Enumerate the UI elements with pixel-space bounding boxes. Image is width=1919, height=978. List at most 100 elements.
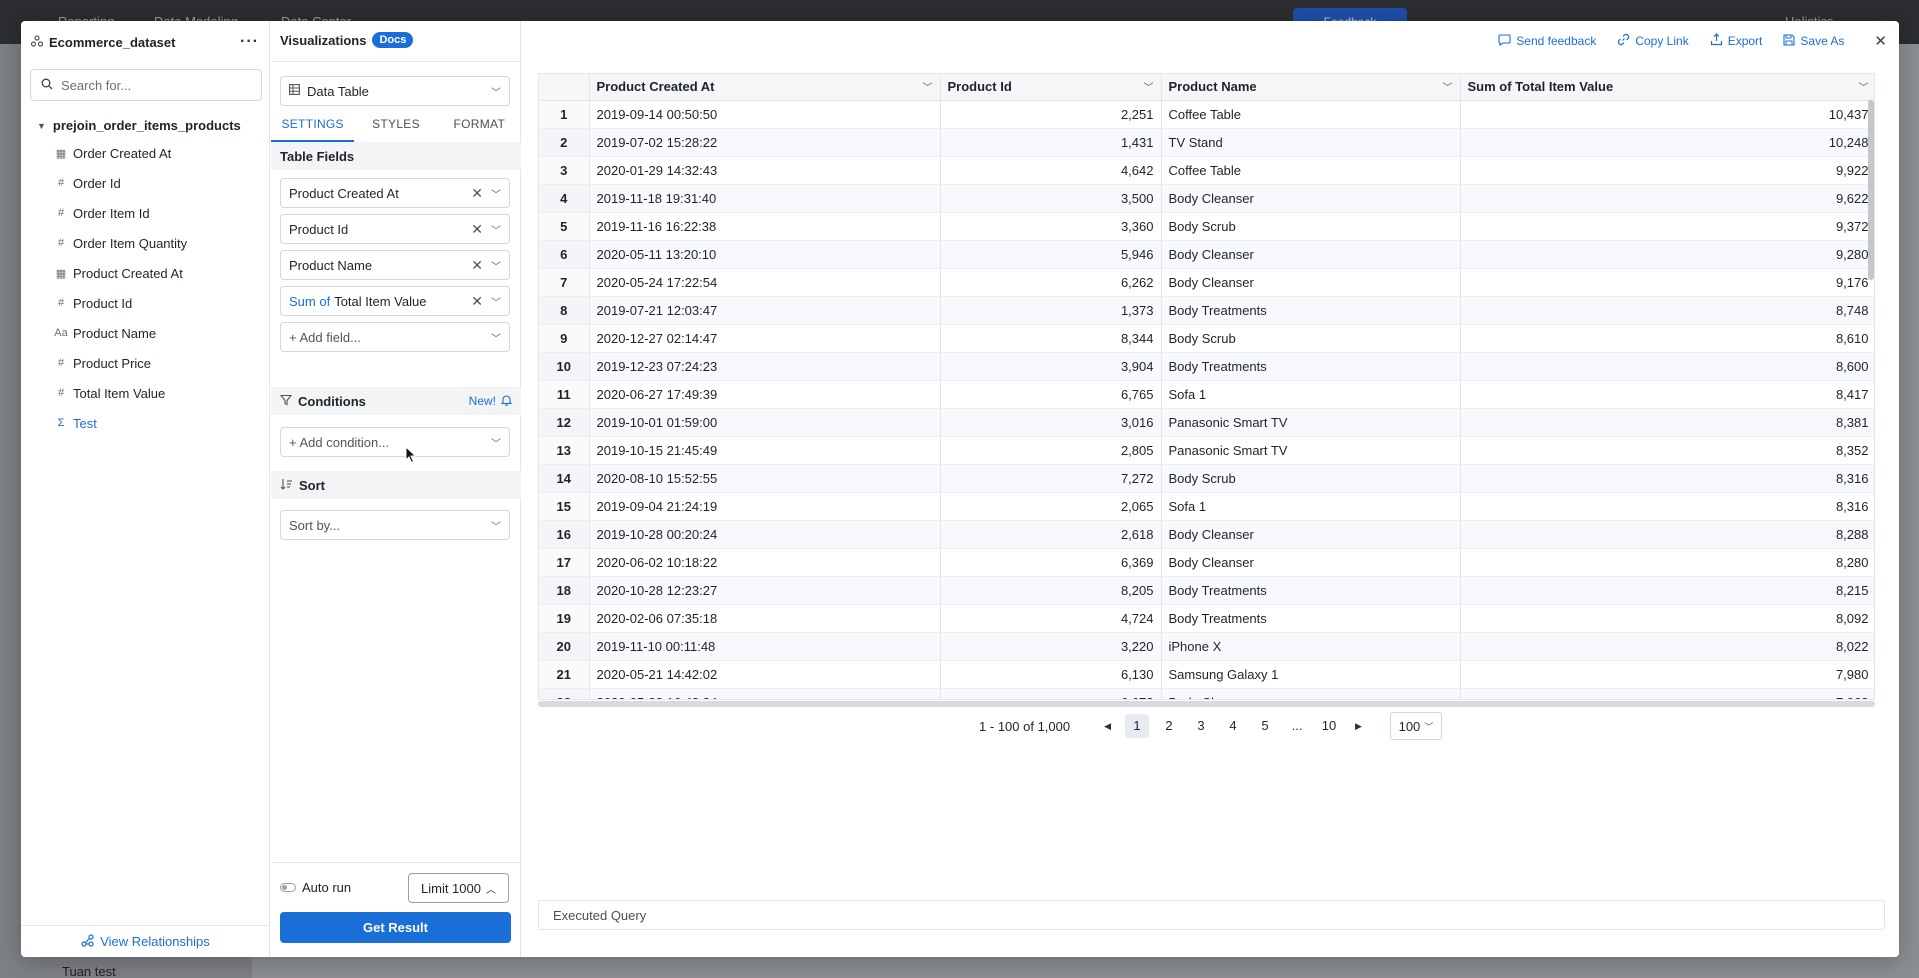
model-node[interactable]: ▼ prejoin_order_items_products <box>37 118 241 133</box>
close-icon[interactable]: ✕ <box>1874 32 1887 50</box>
row-number: 15 <box>539 492 590 521</box>
field-item[interactable]: # Order Item Id <box>53 198 263 228</box>
table-row: 17 2020-06-02 10:18:22 6,369 Body Cleanser 8… <box>539 548 1874 577</box>
bell-icon[interactable] <box>500 394 513 409</box>
limit-dropdown[interactable]: Limit 1000 ︿ <box>408 873 509 903</box>
page-button[interactable]: 5 <box>1253 714 1277 738</box>
field-item[interactable]: # Product Price <box>53 348 263 378</box>
field-item[interactable]: # Product Id <box>53 288 263 318</box>
column-header[interactable]: Product Created At ﹀ <box>589 74 941 101</box>
add-condition-label: + Add condition... <box>289 434 390 450</box>
page-button[interactable]: 10 <box>1317 714 1341 738</box>
table-field-select[interactable]: Product Id ✕ ﹀ <box>280 214 510 244</box>
cell-product-created-at: 2020-10-28 12:23:27 <box>589 576 941 605</box>
add-condition-select[interactable]: + Add condition... ﹀ <box>280 427 510 457</box>
tab-format[interactable]: FORMAT <box>438 116 521 142</box>
field-item[interactable]: # Order Id <box>53 168 263 198</box>
horizontal-scrollbar[interactable] <box>538 701 1875 707</box>
chevron-down-icon[interactable]: ﹀ <box>1144 79 1154 94</box>
cell-product-id: 4,724 <box>940 604 1162 633</box>
chevron-down-icon[interactable]: ﹀ <box>1443 79 1453 94</box>
cell-sum-total-item-value: 8,748 <box>1460 296 1874 325</box>
close-icon[interactable]: ✕ <box>471 293 483 310</box>
page-button[interactable]: 2 <box>1157 714 1181 738</box>
field-item[interactable]: # Order Item Quantity <box>53 228 263 258</box>
field-item[interactable]: Aa Product Name <box>53 318 263 348</box>
column-header-rownum <box>539 74 590 101</box>
viz-type-select[interactable]: Data Table ﹀ <box>280 76 510 106</box>
field-item[interactable]: ▦ Order Created At <box>53 138 263 168</box>
more-horizontal-icon[interactable]: ··· <box>240 33 259 51</box>
cell-product-name: Panasonic Smart TV <box>1161 408 1461 437</box>
export-button[interactable]: Export <box>1710 33 1762 49</box>
docs-badge[interactable]: Docs <box>372 32 414 48</box>
hash-icon: # <box>57 357 65 369</box>
table-row: 9 2020-12-27 02:14:47 8,344 Body Scrub 8,610 <box>539 324 1874 353</box>
prev-page-icon[interactable]: ◀ <box>1104 721 1111 732</box>
vertical-scrollbar[interactable] <box>1868 100 1874 280</box>
executed-query-panel[interactable]: Executed Query <box>538 900 1885 930</box>
save-as-button[interactable]: Save As <box>1783 33 1845 49</box>
row-number: 18 <box>539 576 590 605</box>
cell-sum-total-item-value: 8,600 <box>1460 352 1874 381</box>
table-field-label: Product Id <box>289 221 349 237</box>
field-item[interactable]: ▦ Product Created At <box>53 258 263 288</box>
save-as-label: Save As <box>1800 34 1845 48</box>
field-item-measure[interactable]: Σ Test <box>53 408 263 438</box>
page-button[interactable]: 4 <box>1221 714 1245 738</box>
cell-product-id: 2,805 <box>940 436 1162 465</box>
cell-product-created-at: 2020-05-21 14:42:02 <box>589 660 941 689</box>
bg-folder-name: Tuan test <box>62 964 116 978</box>
search-icon <box>41 78 53 93</box>
tab-settings[interactable]: SETTINGS <box>271 116 355 142</box>
chevron-down-icon[interactable]: ﹀ <box>1859 79 1869 94</box>
cell-product-name: Body Treatments <box>1161 352 1461 381</box>
tab-styles[interactable]: STYLES <box>354 116 437 142</box>
column-header-label: Product Created At <box>596 79 715 95</box>
send-feedback-button[interactable]: Send feedback <box>1498 33 1596 49</box>
dataset-search-box[interactable] <box>30 69 262 101</box>
text-type-icon: Aa <box>54 327 68 339</box>
cell-product-created-at: 2019-10-01 01:59:00 <box>589 408 941 437</box>
add-field-select[interactable]: + Add field... ﹀ <box>280 322 510 352</box>
table-field-select[interactable]: Product Created At ✕ ﹀ <box>280 178 510 208</box>
table-field-select[interactable]: Sum of Total Item Value ✕ ﹀ <box>280 286 510 316</box>
aggregation-label[interactable]: Sum of <box>289 294 330 309</box>
column-header[interactable]: Product Id ﹀ <box>940 74 1162 101</box>
table-row: 15 2019-09-04 21:24:19 2,065 Sofa 1 8,316 <box>539 492 1874 521</box>
cell-product-name: Body Treatments <box>1161 604 1461 633</box>
toggle-switch[interactable] <box>280 883 296 892</box>
next-page-icon[interactable]: ▶ <box>1355 721 1362 732</box>
chevron-down-icon: ﹀ <box>491 225 501 237</box>
copy-link-button[interactable]: Copy Link <box>1617 33 1689 49</box>
column-header[interactable]: Sum of Total Item Value ﹀ <box>1460 74 1874 101</box>
table-field-select[interactable]: Product Name ✕ ﹀ <box>280 250 510 280</box>
page-button[interactable]: 3 <box>1189 714 1213 738</box>
row-number: 3 <box>539 156 590 185</box>
cell-product-id: 1,431 <box>940 128 1162 157</box>
chevron-down-icon[interactable]: ﹀ <box>923 79 933 94</box>
cell-sum-total-item-value: 9,372 <box>1460 212 1874 241</box>
close-icon[interactable]: ✕ <box>471 185 483 202</box>
per-page-select[interactable]: 100 ﹀ <box>1389 712 1442 740</box>
dataset-search-input[interactable] <box>61 77 251 93</box>
column-header[interactable]: Product Name ﹀ <box>1161 74 1461 101</box>
view-relationships-link[interactable]: View Relationships <box>21 925 270 957</box>
chevron-down-icon: ﹀ <box>491 189 501 201</box>
auto-run-toggle[interactable]: Auto run <box>280 880 351 895</box>
close-icon[interactable]: ✕ <box>471 257 483 274</box>
field-item[interactable]: # Total Item Value <box>53 378 263 408</box>
limit-label: Limit 1000 <box>421 880 481 896</box>
get-result-button[interactable]: Get Result <box>280 912 511 943</box>
cell-product-created-at: 2020-02-06 07:35:18 <box>589 604 941 633</box>
cell-product-id: 6,369 <box>940 548 1162 577</box>
chevron-down-icon: ▼ <box>37 120 46 131</box>
cell-sum-total-item-value: 8,316 <box>1460 464 1874 493</box>
page-button[interactable]: 1 <box>1125 714 1150 738</box>
cell-product-name: Body Cleanser <box>1161 548 1461 577</box>
sort-by-select[interactable]: Sort by... ﹀ <box>280 510 510 540</box>
cell-sum-total-item-value: 8,022 <box>1460 632 1874 661</box>
close-icon[interactable]: ✕ <box>471 221 483 238</box>
table-row: 2 2019-07-02 15:28:22 1,431 TV Stand 10,248 <box>539 128 1874 157</box>
table-row: 16 2019-10-28 00:20:24 2,618 Body Cleanser 8… <box>539 520 1874 549</box>
